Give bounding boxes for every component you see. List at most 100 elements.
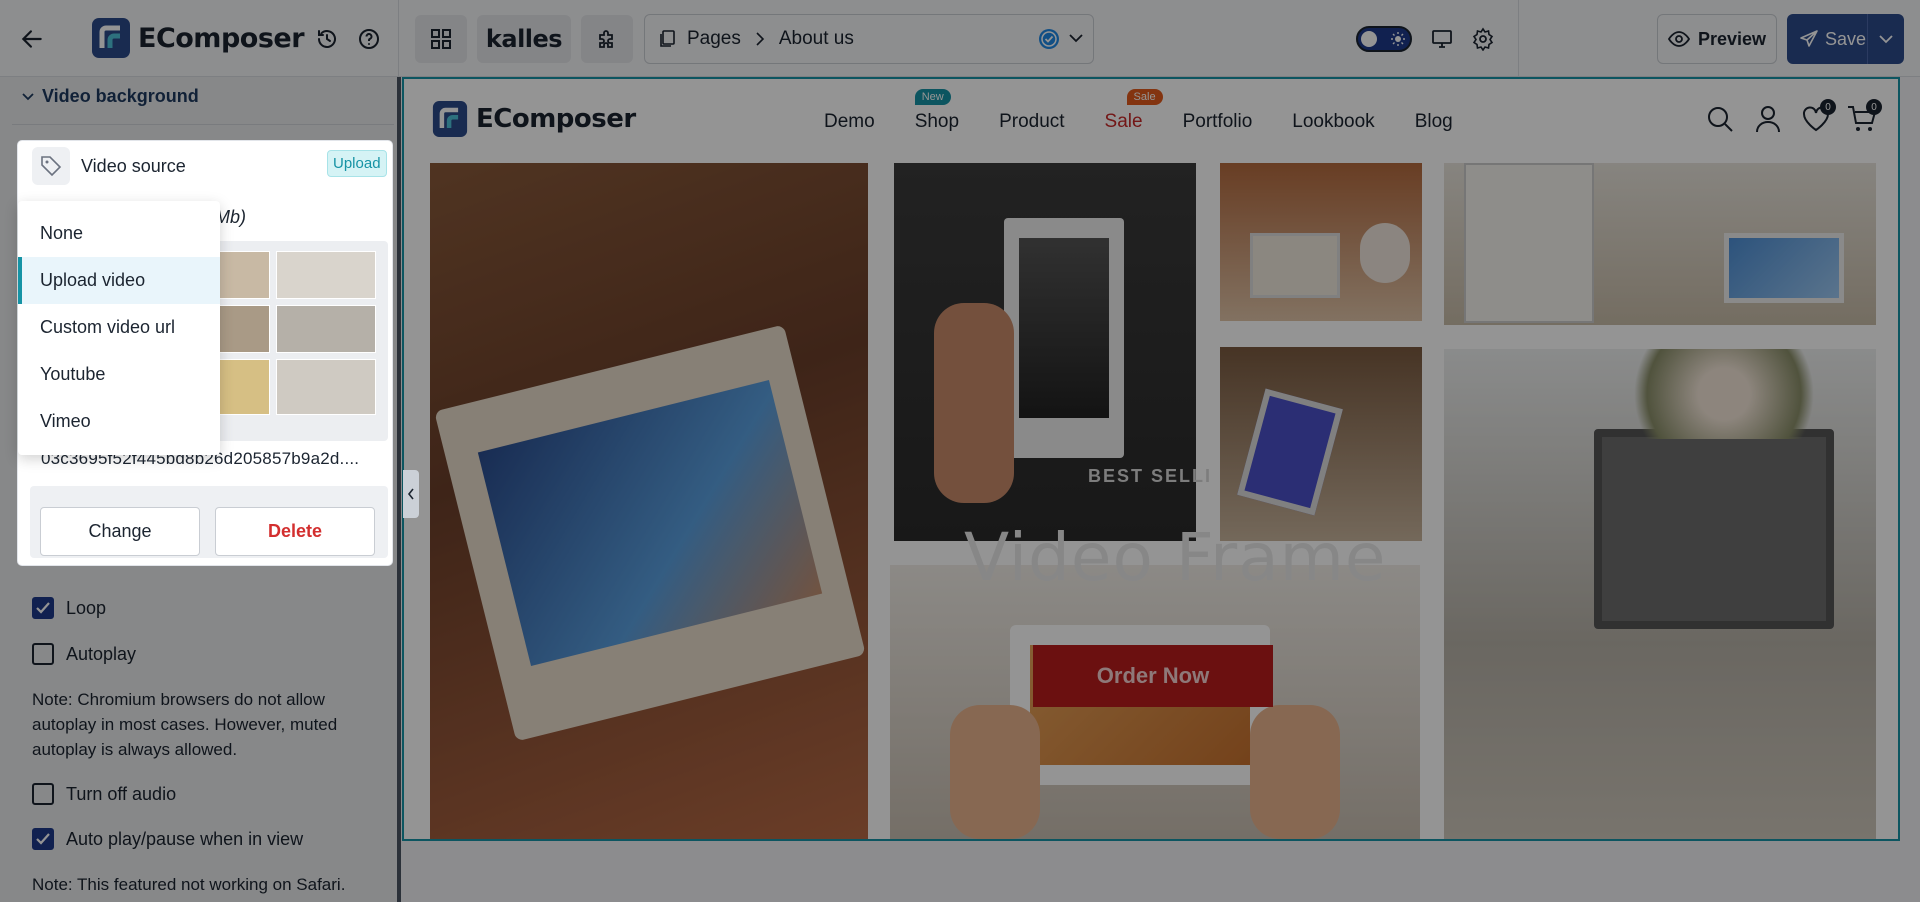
section-header[interactable]: Video background — [22, 86, 199, 107]
video-thumbnail — [276, 359, 376, 415]
save-options-button[interactable] — [1867, 14, 1904, 64]
auto-play-pause-checkbox[interactable] — [32, 828, 54, 850]
preview-button[interactable]: Preview — [1657, 14, 1777, 64]
loop-option[interactable]: Loop — [32, 597, 106, 619]
sale-badge: Sale — [1126, 89, 1163, 105]
theme-button[interactable]: kalles — [477, 15, 571, 63]
change-button[interactable]: Change — [40, 507, 200, 556]
nav-blog[interactable]: Blog — [1415, 111, 1453, 133]
save-button[interactable]: Save — [1787, 14, 1867, 64]
section-title: Video background — [42, 86, 199, 106]
page-breadcrumb[interactable]: Pages About us — [644, 14, 1094, 64]
save-button-group: Save — [1787, 14, 1904, 64]
divider — [398, 0, 399, 77]
app-name: EComposer — [138, 22, 305, 54]
option-upload-video[interactable]: Upload video — [18, 257, 220, 304]
collage-image — [1220, 163, 1422, 321]
option-vimeo[interactable]: Vimeo — [18, 398, 220, 445]
new-badge: New — [914, 89, 951, 105]
back-arrow-icon[interactable] — [16, 23, 48, 55]
top-toolbar: EComposer kalles Pages About us Preview … — [0, 0, 1920, 77]
ecomposer-logo-icon — [92, 18, 130, 58]
breadcrumb-section: Pages — [687, 28, 741, 49]
collage-image — [1444, 349, 1876, 839]
hero-subtitle: BEST SELLI — [1088, 466, 1213, 486]
chevron-right-icon — [755, 32, 765, 46]
site-preview[interactable]: EComposer Demo New Shop Product Sale Sale … — [402, 77, 1900, 841]
panel-scrollbar[interactable] — [397, 77, 401, 902]
autoplay-checkbox[interactable] — [32, 643, 54, 665]
history-icon[interactable] — [312, 24, 342, 54]
nav-label: Product — [999, 111, 1065, 132]
auto-play-pause-label: Auto play/pause when in view — [66, 828, 304, 849]
turn-off-audio-checkbox[interactable] — [32, 783, 54, 805]
delete-button[interactable]: Delete — [215, 507, 375, 556]
nav-label: Shop — [914, 111, 960, 132]
nav-demo[interactable]: Demo — [824, 111, 875, 133]
video-thumbnail — [216, 305, 270, 353]
hero-title: Video Frame — [964, 519, 1387, 596]
autoplay-label: Autoplay — [66, 643, 137, 664]
puzzle-icon — [599, 30, 613, 48]
autoplay-option[interactable]: Autoplay — [32, 643, 136, 665]
wishlist-count: 0 — [1820, 99, 1836, 115]
theme-name: kalles — [485, 25, 563, 53]
cart-count: 0 — [1866, 99, 1882, 115]
breadcrumb-page: About us — [778, 28, 854, 49]
nav-label: Demo — [824, 111, 875, 132]
site-logo[interactable]: EComposer — [432, 101, 636, 137]
nav-lookbook[interactable]: Lookbook — [1292, 111, 1374, 133]
collapse-panel-handle[interactable] — [403, 470, 419, 518]
option-youtube[interactable]: Youtube — [18, 351, 220, 398]
video-source-dropdown: None Upload video Custom video url Youtu… — [18, 201, 220, 455]
auto-play-pause-option[interactable]: Auto play/pause when in view — [32, 828, 303, 850]
nav-label: Blog — [1414, 111, 1453, 132]
cart-icon[interactable]: 0 — [1844, 99, 1882, 137]
extensions-button[interactable] — [581, 15, 633, 63]
loop-checkbox[interactable] — [32, 597, 54, 619]
video-frame-section[interactable]: BEST SELLI Video Frame Order Now — [404, 163, 1898, 839]
site-nav: Demo New Shop Product Sale Sale Portfolio … — [824, 89, 1493, 133]
chevron-down-icon[interactable] — [1069, 33, 1083, 43]
app-logo: EComposer — [92, 18, 305, 58]
divider — [1518, 0, 1519, 77]
dark-mode-toggle[interactable] — [1356, 26, 1412, 52]
order-now-button[interactable]: Order Now — [1033, 645, 1273, 707]
turn-off-audio-label: Turn off audio — [66, 783, 177, 804]
ecomposer-logo-icon — [432, 101, 468, 137]
upload-badge[interactable]: Upload — [327, 150, 387, 177]
wishlist-heart-icon[interactable]: 0 — [1798, 99, 1836, 137]
published-check-icon — [1037, 27, 1061, 51]
collage-image — [430, 163, 868, 839]
site-header: EComposer Demo New Shop Product Sale Sale … — [404, 79, 1898, 163]
nav-label: Portfolio — [1182, 111, 1253, 132]
desktop-view-icon[interactable] — [1427, 24, 1457, 54]
sun-icon — [1390, 31, 1406, 47]
nav-portfolio[interactable]: Portfolio — [1183, 111, 1253, 133]
chevron-left-icon — [407, 488, 414, 500]
preview-label: Preview — [1697, 28, 1767, 49]
autoplay-note: Note: Chromium browsers do not allow aut… — [32, 690, 338, 759]
site-logo-text: EComposer — [476, 104, 636, 134]
help-icon[interactable] — [354, 24, 384, 54]
pages-icon — [659, 30, 675, 48]
video-thumbnail — [276, 305, 376, 353]
settings-gear-icon[interactable] — [1468, 24, 1498, 54]
sections-grid-button[interactable] — [415, 15, 467, 63]
send-icon — [1799, 29, 1819, 49]
video-source-label: Video source — [81, 156, 186, 176]
nav-shop[interactable]: New Shop — [914, 89, 960, 133]
video-thumbnail — [216, 359, 270, 415]
file-actions: Change Delete — [30, 486, 388, 558]
toggle-knob — [1361, 31, 1377, 47]
chevron-down-icon — [1879, 35, 1893, 44]
account-icon[interactable] — [1750, 101, 1786, 137]
nav-sale[interactable]: Sale Sale — [1105, 89, 1163, 133]
nav-product[interactable]: Product — [999, 111, 1064, 133]
option-custom-video-url[interactable]: Custom video url — [18, 304, 220, 351]
option-none[interactable]: None — [18, 210, 220, 257]
search-icon[interactable] — [1702, 101, 1738, 137]
eye-icon — [1667, 31, 1690, 47]
turn-off-audio-option[interactable]: Turn off audio — [32, 783, 176, 805]
nav-label: Lookbook — [1292, 111, 1375, 132]
